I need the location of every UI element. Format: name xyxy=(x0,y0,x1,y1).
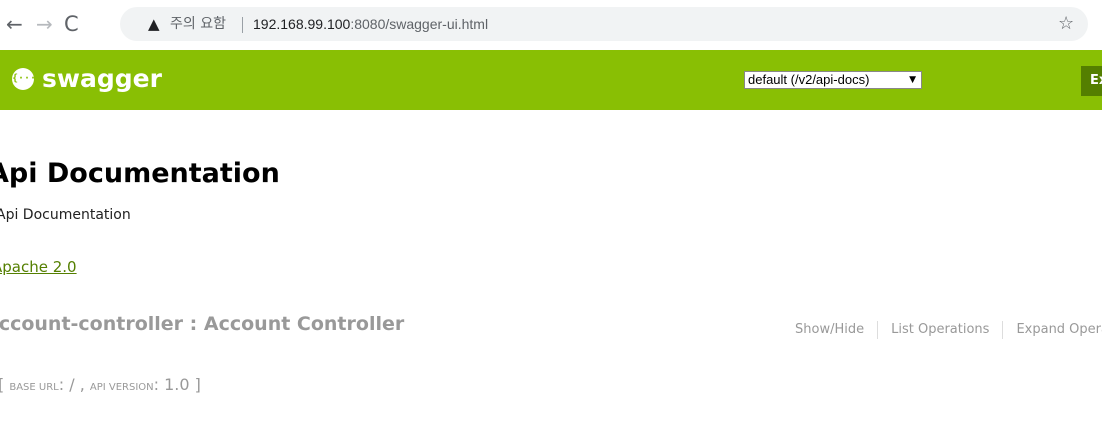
api-version-value: : 1.0 ] xyxy=(153,375,201,394)
api-title: Api Documentation xyxy=(0,158,280,189)
url-host: 192.168.99.100 xyxy=(253,16,351,32)
spec-select[interactable]: default (/v2/api-docs) ▼ xyxy=(744,71,922,89)
spec-select-value: default (/v2/api-docs) xyxy=(748,72,870,87)
api-version-label: API VERSION xyxy=(89,382,154,393)
reload-icon[interactable]: C xyxy=(64,10,79,38)
list-operations-link[interactable]: List Operations xyxy=(891,320,989,340)
browser-toolbar: ← → C ▲ 주의 요함 192.168.99.100:8080/swagge… xyxy=(0,0,1102,50)
brand-name[interactable]: swagger xyxy=(42,60,162,98)
swagger-logo-icon[interactable]: {···} xyxy=(12,68,43,90)
bookmark-star-icon[interactable]: ☆ xyxy=(1058,7,1074,41)
url-text[interactable]: 192.168.99.100:8080/swagger-ui.html xyxy=(253,7,488,41)
show-hide-link[interactable]: Show/Hide xyxy=(795,320,864,340)
license-link[interactable]: Apache 2.0 xyxy=(0,258,77,276)
base-url-label: BASE URL xyxy=(9,382,59,393)
api-description: Api Documentation xyxy=(0,207,131,223)
address-bar[interactable]: ▲ 주의 요함 192.168.99.100:8080/swagger-ui.h… xyxy=(120,7,1088,41)
logo-glyph: {···} xyxy=(12,73,43,84)
url-path: :8080/swagger-ui.html xyxy=(350,16,489,32)
base-url-value: : / , xyxy=(58,375,85,394)
back-arrow-icon[interactable]: ← xyxy=(6,10,23,38)
resource-heading[interactable]: account-controller : Account Controller xyxy=(0,313,404,335)
resource-operations: Show/Hide List Operations Expand Operation… xyxy=(795,320,1102,340)
explore-button[interactable]: Ex xyxy=(1081,66,1102,96)
expand-operations-link[interactable]: Expand Operations xyxy=(1016,320,1102,340)
warning-icon[interactable]: ▲ xyxy=(148,7,160,41)
chevron-down-icon: ▼ xyxy=(909,75,916,85)
swagger-header: {···} swagger default (/v2/api-docs) ▼ E… xyxy=(0,50,1102,110)
security-status[interactable]: 주의 요함 xyxy=(170,7,226,41)
base-info: [ BASE URL: / , API VERSION: 1.0 ] xyxy=(0,375,201,394)
divider xyxy=(1002,320,1004,339)
open-bracket: [ xyxy=(0,375,4,394)
divider xyxy=(877,320,879,339)
forward-arrow-icon[interactable]: → xyxy=(36,10,53,38)
address-divider xyxy=(242,17,243,33)
